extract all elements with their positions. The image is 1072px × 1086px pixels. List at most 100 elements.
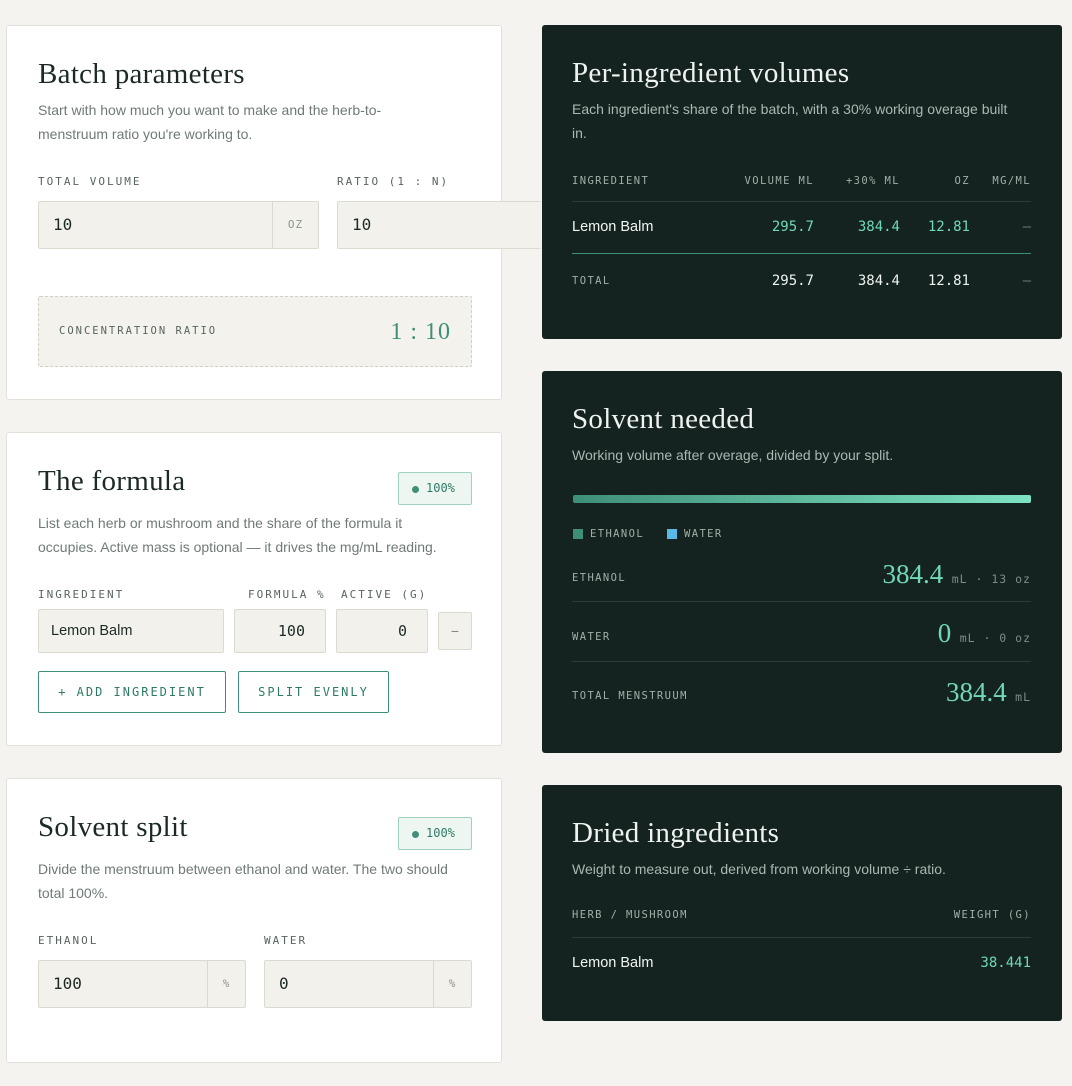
volumes-total-mgml: — [1022, 273, 1031, 289]
legend-ethanol-swatch [573, 529, 583, 539]
total-volume-unit: OZ [272, 202, 318, 248]
water-needed-value: 0 [937, 618, 952, 648]
solvent-split-bar [573, 495, 1031, 503]
ingredient-name-value[interactable]: Lemon Balm [51, 610, 132, 652]
dried-header-weight: WEIGHT (G) [953, 909, 1031, 921]
active-mass-value[interactable]: 0 [398, 610, 407, 652]
total-volume-field[interactable]: 10 OZ [38, 201, 319, 249]
solvent-split-total-badge-text: 100% [426, 826, 455, 840]
solvent-needed-card: Solvent needed Working volume after over… [542, 371, 1062, 753]
dried-header-herb: HERB / MUSHROOM [572, 909, 688, 921]
total-volume-value[interactable]: 10 [53, 202, 72, 248]
active-column-header: ACTIVE (G) [341, 588, 428, 601]
legend-water-label: WATER [684, 528, 723, 540]
batch-parameters-description-1: Start with how much you want to make and… [38, 102, 382, 118]
concentration-ratio-label: CONCENTRATION RATIO [59, 325, 218, 337]
batch-parameters-card: Batch parameters Start with how much you… [6, 25, 541, 400]
split-evenly-button[interactable]: SPLIT EVENLY [238, 671, 389, 713]
ingredient-name-input[interactable]: Lemon Balm [38, 609, 224, 653]
solvent-needed-description: Working volume after overage, divided by… [572, 447, 894, 463]
total-menstruum-value: 384.4 [945, 677, 1007, 707]
ethanol-percent-label: ETHANOL [38, 934, 99, 947]
volumes-total-oz: 12.81 [927, 273, 970, 289]
batch-parameters-description-2: menstruum ratio you're working to. [38, 126, 253, 142]
total-volume-label: TOTAL VOLUME [38, 175, 142, 188]
volumes-row-ingredient: Lemon Balm [572, 219, 654, 235]
solvent-split-card: Solvent split 100% Divide the menstruum … [6, 778, 502, 1063]
batch-parameters-title: Batch parameters [38, 58, 245, 90]
dried-ingredients-card: Dried ingredients Weight to measure out,… [542, 785, 1062, 1021]
ethanol-percent-field[interactable]: 100 % [38, 960, 246, 1008]
dried-row-weight: 38.441 [980, 955, 1031, 971]
dried-header-divider [572, 937, 1031, 938]
active-mass-input[interactable]: 0 [336, 609, 428, 653]
ethanol-needed-label: ETHANOL [572, 572, 627, 584]
formula-card: The formula 100% List each herb or mushr… [6, 432, 502, 746]
volumes-header-mgml: MG/ML [992, 175, 1031, 187]
per-ingredient-volumes-description-2: in. [572, 125, 587, 141]
water-percent-label: WATER [264, 934, 308, 947]
ethanol-needed-unit: mL · 13 oz [951, 572, 1031, 586]
water-needed-readout: 0 mL · 0 oz [938, 618, 1031, 649]
formula-percent-value[interactable]: 100 [278, 610, 305, 652]
volumes-row-oz: 12.81 [927, 219, 970, 235]
water-percent-unit: % [433, 961, 471, 1007]
total-menstruum-unit: mL [1015, 690, 1031, 704]
total-menstruum-readout: 384.4 mL [946, 677, 1031, 708]
volumes-total-label: TOTAL [572, 275, 611, 287]
volumes-total-divider [572, 253, 1031, 254]
solvent-divider-1 [572, 601, 1031, 602]
volumes-row-mgml: — [1022, 219, 1031, 235]
formula-percent-column-header: FORMULA % [248, 588, 326, 601]
minus-icon: − [450, 623, 460, 639]
legend-ethanol-label: ETHANOL [590, 528, 645, 540]
solvent-needed-title: Solvent needed [572, 403, 755, 435]
legend-water-swatch [667, 529, 677, 539]
volumes-total-volume: 295.7 [771, 273, 814, 289]
solvent-split-total-badge: 100% [398, 817, 472, 850]
dried-row-herb: Lemon Balm [572, 955, 654, 971]
water-percent-value[interactable]: 0 [279, 961, 289, 1007]
ratio-field[interactable]: 10 [337, 201, 541, 249]
solvent-split-description-1: Divide the menstruum between ethanol and… [38, 861, 448, 877]
solvent-split-description-2: total 100%. [38, 885, 109, 901]
formula-total-badge-text: 100% [426, 481, 455, 495]
volumes-header-oz: OZ [954, 175, 970, 187]
volumes-header-volume: VOLUME ML [744, 175, 814, 187]
dried-ingredients-description: Weight to measure out, derived from work… [572, 861, 946, 877]
ethanol-bar-fill [573, 495, 1031, 503]
total-menstruum-label: TOTAL MENSTRUUM [572, 690, 688, 702]
solvent-divider-2 [572, 661, 1031, 662]
ratio-label: RATIO (1 : N) [337, 175, 450, 188]
ethanol-needed-readout: 384.4 mL · 13 oz [883, 559, 1031, 590]
remove-ingredient-button[interactable]: − [438, 612, 472, 650]
formula-description-2: occupies. Active mass is optional — it d… [38, 539, 437, 555]
status-dot-icon [412, 831, 419, 838]
add-ingredient-button[interactable]: + ADD INGREDIENT [38, 671, 226, 713]
ethanol-percent-value[interactable]: 100 [53, 961, 82, 1007]
volumes-header-overage: +30% ML [845, 175, 900, 187]
concentration-ratio-box: CONCENTRATION RATIO 1 : 10 [38, 296, 472, 367]
formula-title: The formula [38, 465, 186, 497]
volumes-row-volume: 295.7 [771, 219, 814, 235]
dried-ingredients-title: Dried ingredients [572, 817, 780, 849]
ingredient-column-header: INGREDIENT [38, 588, 125, 601]
volumes-header-divider [572, 201, 1031, 202]
water-needed-unit: mL · 0 oz [959, 631, 1031, 645]
per-ingredient-volumes-title: Per-ingredient volumes [572, 57, 850, 89]
ratio-value[interactable]: 10 [352, 202, 371, 248]
concentration-ratio-value: 1 : 10 [390, 319, 451, 345]
formula-description-1: List each herb or mushroom and the share… [38, 515, 403, 531]
water-percent-field[interactable]: 0 % [264, 960, 472, 1008]
per-ingredient-volumes-card: Per-ingredient volumes Each ingredient's… [542, 25, 1062, 339]
status-dot-icon [412, 486, 419, 493]
volumes-header-ingredient: INGREDIENT [572, 175, 650, 187]
volumes-total-overage: 384.4 [857, 273, 900, 289]
formula-total-badge: 100% [398, 472, 472, 505]
per-ingredient-volumes-description-1: Each ingredient's share of the batch, wi… [572, 101, 1008, 117]
volumes-row-overage: 384.4 [857, 219, 900, 235]
formula-percent-input[interactable]: 100 [234, 609, 326, 653]
water-needed-label: WATER [572, 631, 611, 643]
solvent-split-title: Solvent split [38, 811, 188, 843]
ethanol-percent-unit: % [207, 961, 245, 1007]
